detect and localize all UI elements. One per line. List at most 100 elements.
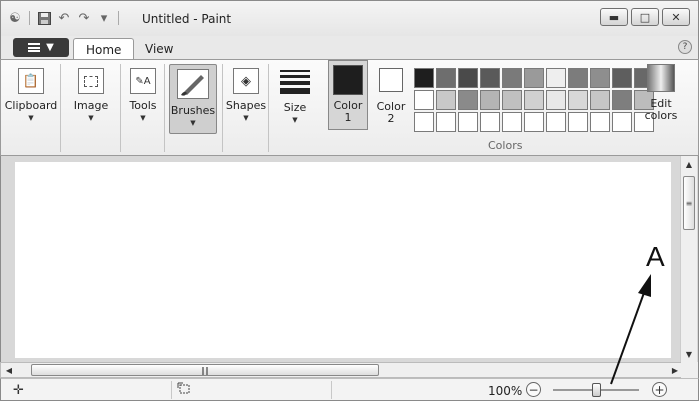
minimize-button[interactable]: ▬ (600, 8, 628, 26)
palette-color-swatch[interactable] (502, 68, 522, 88)
palette-color-swatch[interactable] (524, 68, 544, 88)
palette-color-swatch[interactable] (546, 68, 566, 88)
size-button[interactable]: Size ▼ (273, 64, 317, 134)
qat-separator (29, 11, 30, 25)
scroll-down-icon[interactable]: ▼ (681, 346, 697, 362)
horizontal-scrollbar[interactable]: ◀ ‖‖ ▶ (0, 362, 681, 378)
chevron-down-icon: ▼ (243, 114, 249, 122)
zoom-out-button[interactable]: − (526, 382, 541, 397)
tab-home[interactable]: Home (73, 38, 135, 60)
palette-color-swatch[interactable] (414, 68, 434, 88)
palette-color-swatch[interactable] (436, 112, 456, 132)
ribbon-panel: 📋 Clipboard ▼ Image ▼ ✎A Tools ▼ Brushes… (0, 59, 699, 156)
brushes-group: Brushes ▼ (167, 64, 223, 152)
palette-color-swatch[interactable] (590, 112, 610, 132)
color1-label: Color 1 (334, 100, 363, 124)
redo-icon[interactable]: ↷ (76, 10, 92, 26)
scroll-left-icon[interactable]: ◀ (1, 363, 17, 377)
clipboard-button[interactable]: 📋 Clipboard ▼ (5, 64, 57, 134)
vertical-scrollbar[interactable]: ▲ ≡ ▼ (680, 156, 697, 362)
palette-color-swatch[interactable] (414, 90, 434, 110)
image-label: Image (73, 99, 109, 112)
palette-color-swatch[interactable] (612, 112, 632, 132)
help-icon[interactable]: ? (678, 40, 692, 54)
close-button[interactable]: ✕ (662, 8, 690, 26)
size-group: Size ▼ (271, 64, 321, 152)
palette-color-swatch[interactable] (612, 68, 632, 88)
maximize-button[interactable]: □ (631, 8, 659, 26)
paint-menu-button[interactable]: ▼ (13, 38, 69, 57)
palette-color-swatch[interactable] (524, 90, 544, 110)
colors-group-label: Colors (488, 139, 523, 152)
shapes-icon: ◈ (233, 68, 259, 94)
palette-color-swatch[interactable] (590, 90, 610, 110)
palette-color-swatch[interactable] (480, 112, 500, 132)
scrollbar-corner (681, 362, 699, 378)
shapes-button[interactable]: ◈ Shapes ▼ (224, 64, 268, 134)
color1-button[interactable]: Color 1 (328, 60, 368, 130)
palette-color-swatch[interactable] (414, 112, 434, 132)
cursor-position-icon: ✛ (13, 383, 24, 398)
window-title: Untitled - Paint (142, 12, 232, 26)
palette-color-swatch[interactable] (480, 90, 500, 110)
line-size-icon (280, 70, 310, 97)
customize-dropdown-icon[interactable]: ▾ (96, 10, 112, 26)
color1-swatch (333, 65, 363, 95)
image-button[interactable]: Image ▼ (69, 64, 113, 134)
palette-color-swatch[interactable] (458, 68, 478, 88)
scroll-up-icon[interactable]: ▲ (681, 156, 697, 172)
vertical-scroll-thumb[interactable]: ≡ (683, 176, 695, 230)
palette-color-swatch[interactable] (612, 90, 632, 110)
qat-separator (118, 11, 119, 25)
minimize-icon: ▬ (608, 10, 620, 24)
color2-swatch (379, 68, 403, 92)
window-controls: ▬ □ ✕ (600, 8, 690, 26)
undo-icon[interactable]: ↶ (56, 10, 72, 26)
chevron-down-icon: ▼ (140, 114, 146, 122)
palette-color-swatch[interactable] (480, 68, 500, 88)
palette-color-swatch[interactable] (436, 68, 456, 88)
paint-icon[interactable]: ☯ (7, 10, 23, 26)
palette-color-swatch[interactable] (458, 90, 478, 110)
tools-button[interactable]: ✎A Tools ▼ (121, 64, 165, 134)
plus-icon: + (654, 382, 665, 397)
image-group: Image ▼ (63, 64, 121, 152)
tools-icon: ✎A (130, 68, 156, 94)
menu-lines-icon (28, 43, 41, 52)
palette-color-swatch[interactable] (568, 112, 588, 132)
palette-color-swatch[interactable] (590, 68, 610, 88)
edit-colors-button[interactable]: Edit colors (642, 64, 680, 136)
shapes-group: ◈ Shapes ▼ (225, 64, 269, 152)
edit-colors-label-bottom: colors (644, 109, 678, 122)
drawing-canvas[interactable] (15, 162, 671, 358)
color2-label: Color 2 (377, 101, 406, 125)
zoom-in-button[interactable]: + (652, 382, 667, 397)
palette-color-swatch[interactable] (546, 90, 566, 110)
horizontal-scroll-thumb[interactable]: ‖‖ (31, 364, 379, 376)
brushes-button[interactable]: Brushes ▼ (169, 64, 217, 134)
size-label: Size (283, 101, 307, 114)
quick-access-toolbar: ☯ ↶ ↷ ▾ (7, 10, 121, 26)
palette-color-swatch[interactable] (436, 90, 456, 110)
color-palette (414, 68, 654, 132)
chevron-down-icon: ▼ (46, 42, 54, 53)
palette-color-swatch[interactable] (546, 112, 566, 132)
palette-color-swatch[interactable] (524, 112, 544, 132)
canvas-area: ▲ ≡ ▼ (0, 156, 699, 362)
color-gradient-icon (647, 64, 675, 92)
palette-color-swatch[interactable] (502, 90, 522, 110)
palette-color-swatch[interactable] (568, 68, 588, 88)
brush-icon (177, 69, 209, 99)
color2-button[interactable]: Color 2 (371, 60, 411, 130)
annotation-label: A (646, 241, 665, 272)
tab-view[interactable]: View (133, 38, 185, 60)
clipboard-label: Clipboard (4, 99, 58, 112)
save-icon[interactable] (36, 10, 52, 26)
zoom-slider-thumb[interactable] (592, 383, 601, 397)
palette-color-swatch[interactable] (458, 112, 478, 132)
chevron-down-icon: ▼ (88, 114, 94, 122)
status-separator (171, 381, 172, 399)
palette-color-swatch[interactable] (502, 112, 522, 132)
minus-icon: − (528, 382, 539, 397)
palette-color-swatch[interactable] (568, 90, 588, 110)
